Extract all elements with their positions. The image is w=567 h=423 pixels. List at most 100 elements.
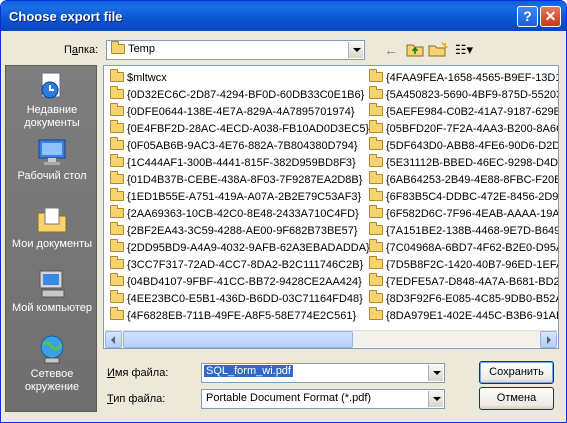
view-menu-icon[interactable]: ☷▾: [452, 41, 476, 59]
folder-item[interactable]: $mltwcx: [110, 69, 167, 86]
folder-icon: [369, 171, 383, 185]
folder-name: {4FAA9FEA-1658-4565-B9EF-13D1: [386, 72, 559, 84]
folder-icon: [369, 103, 383, 117]
place-desktop[interactable]: Рабочий стол: [6, 136, 98, 183]
folder-name: {04BD4107-9FBF-41CC-BB72-9428CE2AA424}: [127, 276, 362, 288]
folder-item[interactable]: {3CC7F317-72AD-4CC7-8DA2-B2C111746C2B}: [110, 256, 364, 273]
folder-item[interactable]: {6AB64253-2B49-4E88-8FBC-F20B: [369, 171, 559, 188]
folder-icon: [110, 137, 124, 151]
folder-item[interactable]: {6F582D6C-7F96-4EAB-AAAA-19A2: [369, 205, 559, 222]
folder-icon: [369, 239, 383, 253]
folder-item[interactable]: {0F05AB6B-9AC3-4E76-882A-7B804380D794}: [110, 137, 358, 154]
save-button[interactable]: Сохранить: [479, 361, 554, 384]
folder-icon: [369, 256, 383, 270]
chevron-down-icon[interactable]: [428, 365, 443, 381]
folder-icon: [369, 69, 383, 83]
folder-name: {7A151BE2-138B-4468-9E7D-B649F: [386, 225, 559, 237]
place-my-documents[interactable]: Мои документы: [6, 204, 98, 251]
scroll-left-icon[interactable]: [105, 331, 122, 348]
folder-name: {05BFD20F-7F2A-4AA3-B200-8A6C: [386, 123, 559, 135]
folder-icon: [110, 307, 124, 321]
folder-item[interactable]: {5E31112B-BBED-46EC-9298-D4D2: [369, 154, 559, 171]
folder-name: {0F05AB6B-9AC3-4E76-882A-7B804380D794}: [127, 140, 358, 152]
folder-name: {2AA69363-10CB-42C0-8E48-2433A710C4FD}: [127, 208, 359, 220]
folder-icon: [110, 103, 124, 117]
place-my-computer[interactable]: Мой компьютер: [6, 268, 98, 315]
folder-icon: [369, 154, 383, 168]
filetype-select[interactable]: Portable Document Format (*.pdf): [201, 389, 445, 409]
folder-name: $mltwcx: [127, 72, 167, 84]
folder-icon: [110, 69, 124, 83]
folder-icon: [369, 188, 383, 202]
folder-item[interactable]: {5A450823-5690-4BF9-875D-55203: [369, 86, 559, 103]
folder-name: {3CC7F317-72AD-4CC7-8DA2-B2C111746C2B}: [127, 259, 364, 271]
folder-name: {5AEFE984-C0B2-41A7-9187-629BI: [386, 106, 559, 118]
chevron-down-icon[interactable]: [348, 42, 363, 58]
folder-item[interactable]: {4F6828EB-711B-49FE-A8F5-58E774E2C561}: [110, 307, 357, 324]
folder-item[interactable]: {6F83B5C4-DDBC-472E-8456-2D99: [369, 188, 559, 205]
folder-name: {1C444AF1-300B-4441-815F-382D959BD8F3}: [127, 157, 356, 169]
folder-item[interactable]: {0D32EC6C-2D87-4294-BF0D-60DB33C0E1B6}: [110, 86, 364, 103]
folder-item[interactable]: {2BF2EA43-3C59-4288-AE00-9F682B73BE57}: [110, 222, 358, 239]
folder-item[interactable]: {5AEFE984-C0B2-41A7-9187-629BI: [369, 103, 559, 120]
folder-icon: [369, 137, 383, 151]
cancel-button[interactable]: Отмена: [479, 387, 554, 410]
folder-item[interactable]: {0DFE0644-138E-4E7A-829A-4A7895701974}: [110, 103, 355, 120]
folder-item[interactable]: {1ED1B55E-A751-419A-A07A-2B2E79C53AF3}: [110, 188, 361, 205]
help-button[interactable]: ?: [517, 6, 538, 27]
title-bar[interactable]: Choose export file ? ✕: [1, 1, 566, 31]
network-places-icon: [36, 334, 68, 366]
folder-name: {2DD95BD9-A4A9-4032-9AFB-62A3EBADADDA}: [127, 242, 370, 254]
folder-icon: [369, 273, 383, 287]
folder-item[interactable]: {8DA979E1-402E-445C-B3B6-91AE: [369, 307, 558, 324]
folder-item[interactable]: {05BFD20F-7F2A-4AA3-B200-8A6C: [369, 120, 559, 137]
folder-name: {6F582D6C-7F96-4EAB-AAAA-19A2: [386, 208, 559, 220]
folder-item[interactable]: {4FAA9FEA-1658-4565-B9EF-13D1: [369, 69, 559, 86]
folder-name: {0E4FBF2D-28AC-4ECD-A038-FB10AD0D3EC5}: [127, 123, 370, 135]
folder-name: {8D3F92F6-E085-4C85-9DB0-B52A: [386, 293, 559, 305]
folder-name: {4F6828EB-711B-49FE-A8F5-58E774E2C561}: [127, 310, 357, 322]
folder-icon: [110, 222, 124, 236]
scroll-right-icon[interactable]: [540, 331, 557, 348]
lookin-combo[interactable]: Temp: [106, 40, 365, 60]
folder-item[interactable]: {7C04968A-6BD7-4F62-B2E0-D95A: [369, 239, 558, 256]
close-button[interactable]: ✕: [540, 6, 561, 27]
window-title: Choose export file: [9, 9, 123, 24]
folder-item[interactable]: {1C444AF1-300B-4441-815F-382D959BD8F3}: [110, 154, 356, 171]
folder-name: {5E31112B-BBED-46EC-9298-D4D2: [386, 157, 559, 169]
filename-value: SQL_form_wi.pdf: [204, 365, 293, 377]
back-arrow-icon[interactable]: ←: [381, 41, 401, 59]
folder-icon: [110, 273, 124, 287]
folder-item[interactable]: {7EDFE5A7-D848-4A7A-B681-BD22: [369, 273, 558, 290]
folder-item[interactable]: {01D4B37B-CEBE-438A-8F03-7F9287EA2D8B}: [110, 171, 362, 188]
recent-documents-icon: [36, 70, 68, 102]
folder-name: {0DFE0644-138E-4E7A-829A-4A7895701974}: [127, 106, 355, 118]
folder-name: {6F83B5C4-DDBC-472E-8456-2D99: [386, 191, 559, 203]
folder-name: {6AB64253-2B49-4E88-8FBC-F20B: [386, 174, 559, 186]
file-list[interactable]: $mltwcx {0D32EC6C-2D87-4294-BF0D-60DB33C0…: [103, 65, 559, 349]
folder-item[interactable]: {7A151BE2-138B-4468-9E7D-B649F: [369, 222, 559, 239]
filename-label: Имя файла:: [107, 367, 169, 379]
export-dialog: Choose export file ? ✕ Папка: Temp ← ☷▾ …: [0, 0, 567, 423]
horizontal-scrollbar[interactable]: [105, 330, 557, 348]
folder-item[interactable]: {2AA69363-10CB-42C0-8E48-2433A710C4FD}: [110, 205, 359, 222]
lookin-value: Temp: [128, 43, 155, 55]
folder-icon: [110, 239, 124, 253]
place-recent-documents[interactable]: Недавние документы: [6, 70, 98, 130]
filename-input[interactable]: SQL_form_wi.pdf: [201, 363, 445, 383]
folder-item[interactable]: {5DF643D0-ABB8-4FE6-90D6-D2DF: [369, 137, 558, 154]
folder-item[interactable]: {8D3F92F6-E085-4C85-9DB0-B52A: [369, 290, 559, 307]
place-network[interactable]: Сетевое окружение: [6, 334, 98, 394]
folder-icon: [111, 41, 125, 55]
chevron-down-icon[interactable]: [428, 391, 443, 407]
folder-icon: [110, 188, 124, 202]
folder-item[interactable]: {2DD95BD9-A4A9-4032-9AFB-62A3EBADADDA}: [110, 239, 370, 256]
folder-item[interactable]: {7D5B8F2C-1420-40B7-96ED-1EFA: [369, 256, 558, 273]
scroll-thumb[interactable]: [123, 331, 353, 348]
folder-item[interactable]: {0E4FBF2D-28AC-4ECD-A038-FB10AD0D3EC5}: [110, 120, 370, 137]
folder-item[interactable]: {04BD4107-9FBF-41CC-BB72-9428CE2AA424}: [110, 273, 362, 290]
folder-name: {5A450823-5690-4BF9-875D-55203: [386, 89, 559, 101]
folder-item[interactable]: {4EE23BC0-E5B1-436D-B6DD-03C71164FD48}: [110, 290, 363, 307]
up-folder-icon[interactable]: [405, 41, 425, 59]
new-folder-icon[interactable]: [428, 41, 449, 59]
